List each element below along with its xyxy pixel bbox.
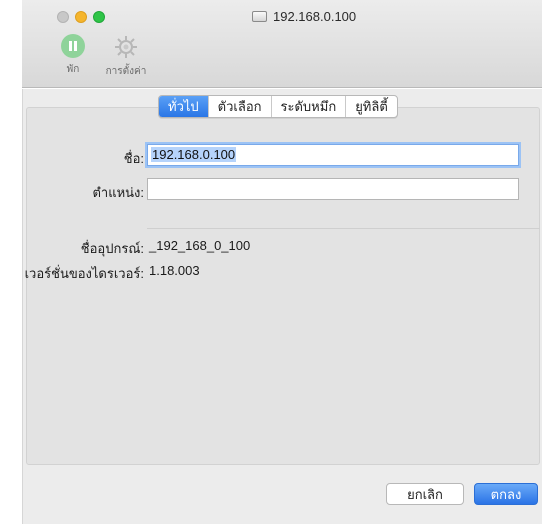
cancel-button[interactable]: ยกเลิก (386, 483, 464, 505)
driver-version-label: เวอร์ชั่นของไดรเวอร์: (24, 266, 144, 281)
device-name-value: _192_168_0_100 (149, 238, 251, 253)
close-window-button[interactable] (57, 11, 69, 23)
driver-version-value: 1.18.003 (149, 263, 200, 278)
ok-button[interactable]: ตกลง (474, 483, 538, 505)
gear-icon (115, 36, 137, 58)
location-label: ตำแหน่ง: (92, 185, 144, 200)
name-label: ชื่อ: (123, 151, 144, 166)
tab-utility[interactable]: ยูทิลิตี้ (345, 96, 397, 117)
window-titlebar: 192.168.0.100 พัก การตั้งค่า (22, 0, 542, 88)
tab-bar: ทั่วไป ตัวเลือก ระดับหมึก ยูทิลิตี้ (158, 95, 398, 118)
name-field-value: 192.168.0.100 (151, 147, 237, 162)
pause-icon (61, 34, 85, 58)
pause-button[interactable]: พัก (60, 34, 86, 77)
name-field[interactable]: 192.168.0.100 (147, 144, 519, 166)
printer-drive-icon (252, 10, 267, 22)
location-field[interactable] (147, 178, 519, 200)
tab-ink-levels[interactable]: ระดับหมึก (270, 96, 346, 117)
divider (147, 228, 540, 229)
content-pane: ชื่อ: 192.168.0.100 ตำแหน่ง: ชื่ออุปกรณ์… (22, 89, 542, 524)
tab-options[interactable]: ตัวเลือก (207, 96, 271, 117)
zoom-window-button[interactable] (93, 11, 105, 23)
device-name-label: ชื่ออุปกรณ์: (80, 241, 144, 256)
general-panel: ชื่อ: 192.168.0.100 ตำแหน่ง: ชื่ออุปกรณ์… (24, 107, 540, 465)
pause-label: พัก (66, 64, 80, 75)
window-title-text: 192.168.0.100 (273, 8, 357, 24)
settings-label: การตั้งค่า (105, 66, 147, 77)
settings-button[interactable]: การตั้งค่า (100, 34, 152, 79)
tab-general[interactable]: ทั่วไป (159, 96, 208, 117)
minimize-window-button[interactable] (75, 11, 87, 23)
window-title: 192.168.0.100 (252, 7, 356, 25)
